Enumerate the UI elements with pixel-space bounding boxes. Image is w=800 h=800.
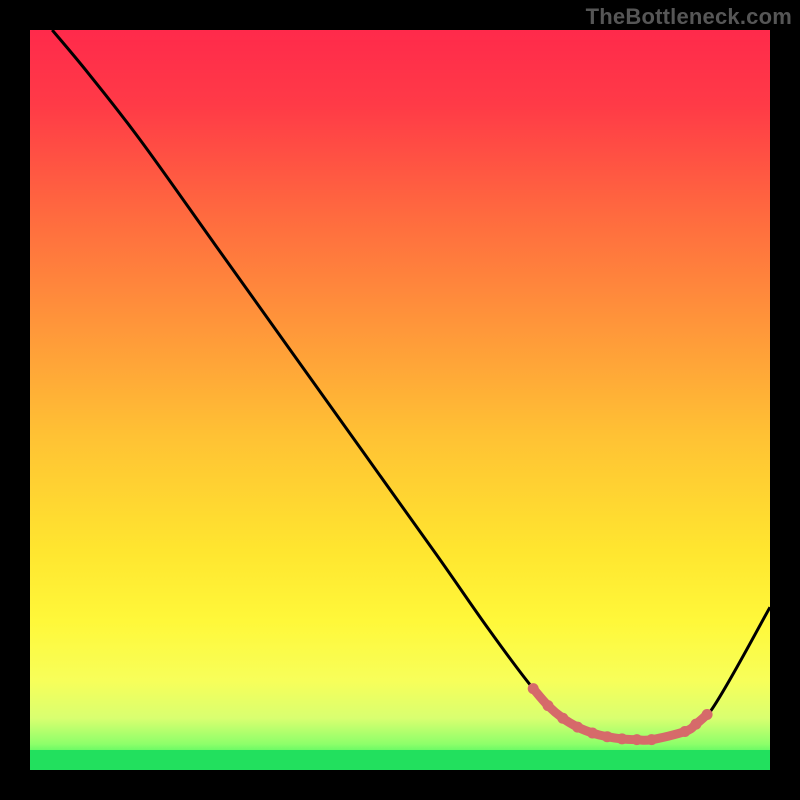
highlight-marker-dot [572, 722, 583, 733]
highlight-marker-dot [602, 731, 613, 742]
highlight-marker-dot [617, 733, 628, 744]
bottom-green-band [30, 750, 770, 770]
highlight-marker-dot [543, 700, 554, 711]
chart-svg [30, 30, 770, 770]
highlight-marker-dot [528, 683, 539, 694]
highlight-marker-dot [702, 709, 713, 720]
highlight-marker-dot [646, 734, 657, 745]
highlight-marker-dot [679, 726, 690, 737]
plot-area [30, 30, 770, 770]
chart-frame: TheBottleneck.com [0, 0, 800, 800]
highlight-marker-dot [631, 734, 642, 745]
highlight-marker-dot [691, 719, 702, 730]
watermark-text: TheBottleneck.com [586, 4, 792, 30]
highlight-marker-dot [587, 728, 598, 739]
highlight-marker-dot [557, 713, 568, 724]
